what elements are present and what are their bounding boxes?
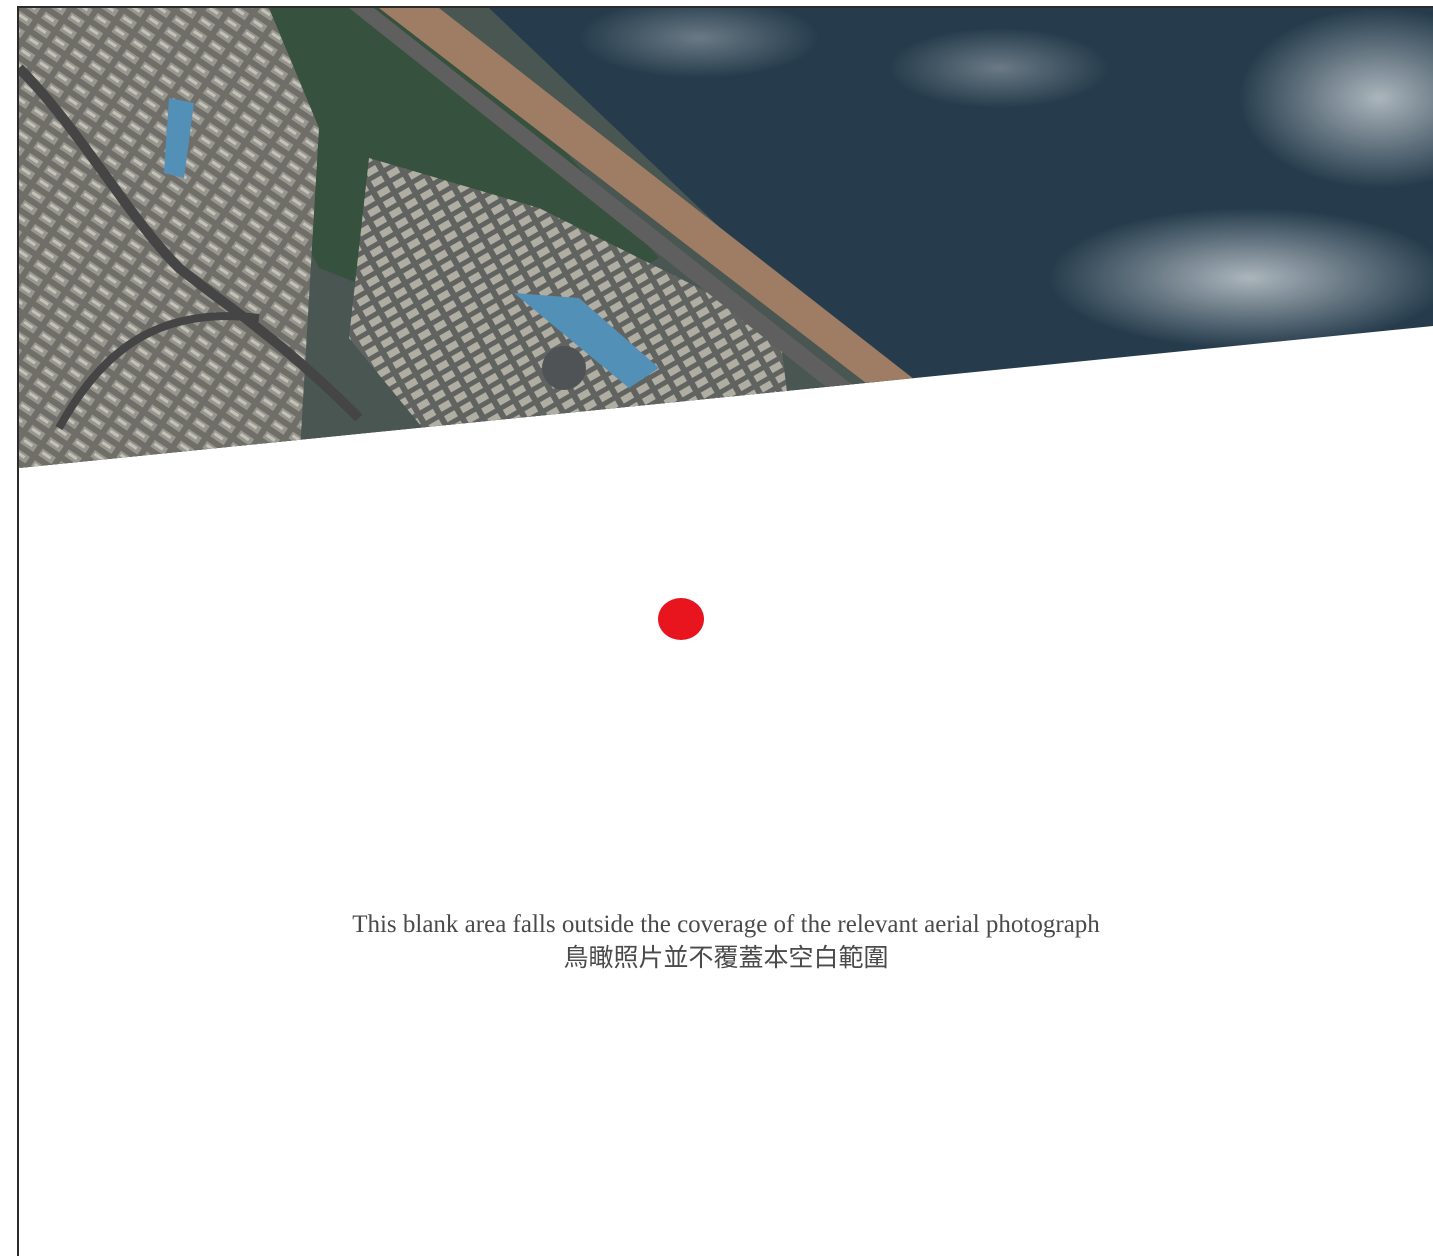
coverage-notice: This blank area falls outside the covera… (19, 908, 1433, 976)
coverage-notice-chinese: 鳥瞰照片並不覆蓋本空白範圍 (563, 945, 889, 972)
aerial-photograph-tile (19, 8, 1433, 468)
map-frame-top-border (17, 6, 1433, 8)
location-marker[interactable] (658, 598, 704, 640)
coverage-notice-english: This blank area falls outside the covera… (352, 911, 1100, 938)
map-viewport[interactable]: This blank area falls outside the covera… (0, 0, 1433, 1256)
map-frame-left-border (17, 6, 19, 1256)
